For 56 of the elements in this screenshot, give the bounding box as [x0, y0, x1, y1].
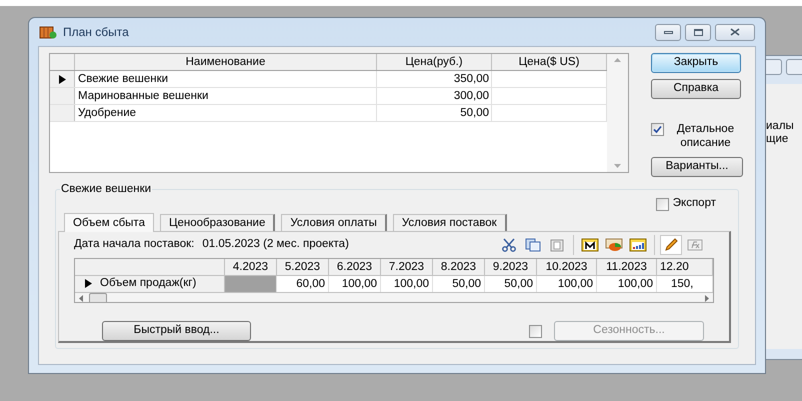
scroll-up-icon[interactable] [614, 58, 621, 62]
table-cell: 150, [657, 276, 713, 292]
table-cell: 100,00 [381, 276, 433, 292]
table-cell: 100,00 [597, 276, 657, 292]
row-indicator[interactable] [85, 279, 92, 288]
column-header[interactable]: 6.2023 [329, 258, 381, 275]
label: иалы [766, 120, 795, 133]
scroll-down-icon[interactable] [614, 164, 621, 168]
variants-button[interactable]: Варианты... [651, 157, 743, 177]
tab[interactable]: Условия оплаты [281, 214, 387, 231]
checkbox-label[interactable]: Детальное описание [668, 122, 743, 150]
tab[interactable]: Ценообразование [160, 214, 276, 231]
table-cell: Удобрение [75, 105, 377, 121]
scroll-left-icon[interactable] [79, 294, 83, 302]
table-cell: 300,00 [377, 88, 492, 104]
tab[interactable]: Условия поставок [392, 214, 507, 231]
pencil-icon[interactable] [660, 234, 682, 255]
column-header[interactable]: 12.20 [657, 258, 713, 275]
blocked-cell [225, 276, 277, 292]
detail-checkbox[interactable] [651, 123, 664, 136]
column-header[interactable]: 4.2023 [225, 258, 277, 275]
tab[interactable]: Объем сбыта [64, 213, 154, 232]
row-label: Объем продаж(кг) [100, 276, 196, 292]
table-cell: 50,00 [377, 105, 492, 121]
vertical-scrollbar[interactable] [607, 54, 628, 172]
column-header[interactable]: Цена(руб.) [377, 54, 492, 70]
column-header[interactable]: Наименование [75, 54, 377, 70]
maximize-icon[interactable] [685, 24, 711, 40]
label: щие [766, 133, 790, 146]
column-header[interactable]: 8.2023 [433, 258, 485, 275]
table-cell: 60,00 [277, 276, 329, 292]
table-cell: Маринованные вешенки [75, 88, 377, 104]
export-checkbox[interactable] [656, 198, 669, 210]
table-cell: 100,00 [537, 276, 597, 292]
close-button[interactable]: Закрыть [651, 53, 741, 73]
table-cell: 50,00 [485, 276, 537, 292]
column-header[interactable]: 7.2023 [381, 258, 433, 275]
boxes-icon [39, 24, 57, 40]
row-indicator[interactable] [50, 71, 75, 87]
checkbox-label[interactable]: Экспорт [672, 195, 716, 213]
close-icon[interactable] [715, 24, 755, 40]
date-value: 01.05.2023 (2 мес. проекта) [202, 237, 349, 252]
column-header[interactable]: 9.2023 [485, 258, 537, 275]
table-cell: 350,00 [377, 71, 492, 87]
help-button[interactable]: Справка [651, 79, 741, 99]
column-header[interactable]: 10.2023 [537, 258, 597, 275]
minimize-icon[interactable] [655, 24, 681, 40]
quick-entry-button[interactable]: Быстрый ввод... [102, 321, 251, 341]
column-header[interactable]: 11.2023 [597, 258, 657, 275]
column-header[interactable]: 5.2023 [277, 258, 329, 275]
date-label: Дата начала поставок: [74, 237, 194, 252]
scroll-right-icon[interactable] [705, 294, 709, 302]
window-title: План сбыта [63, 24, 129, 41]
table-cell: Свежие вешенки [75, 71, 377, 87]
table-cell: 50,00 [433, 276, 485, 292]
table-cell: 100,00 [329, 276, 381, 292]
